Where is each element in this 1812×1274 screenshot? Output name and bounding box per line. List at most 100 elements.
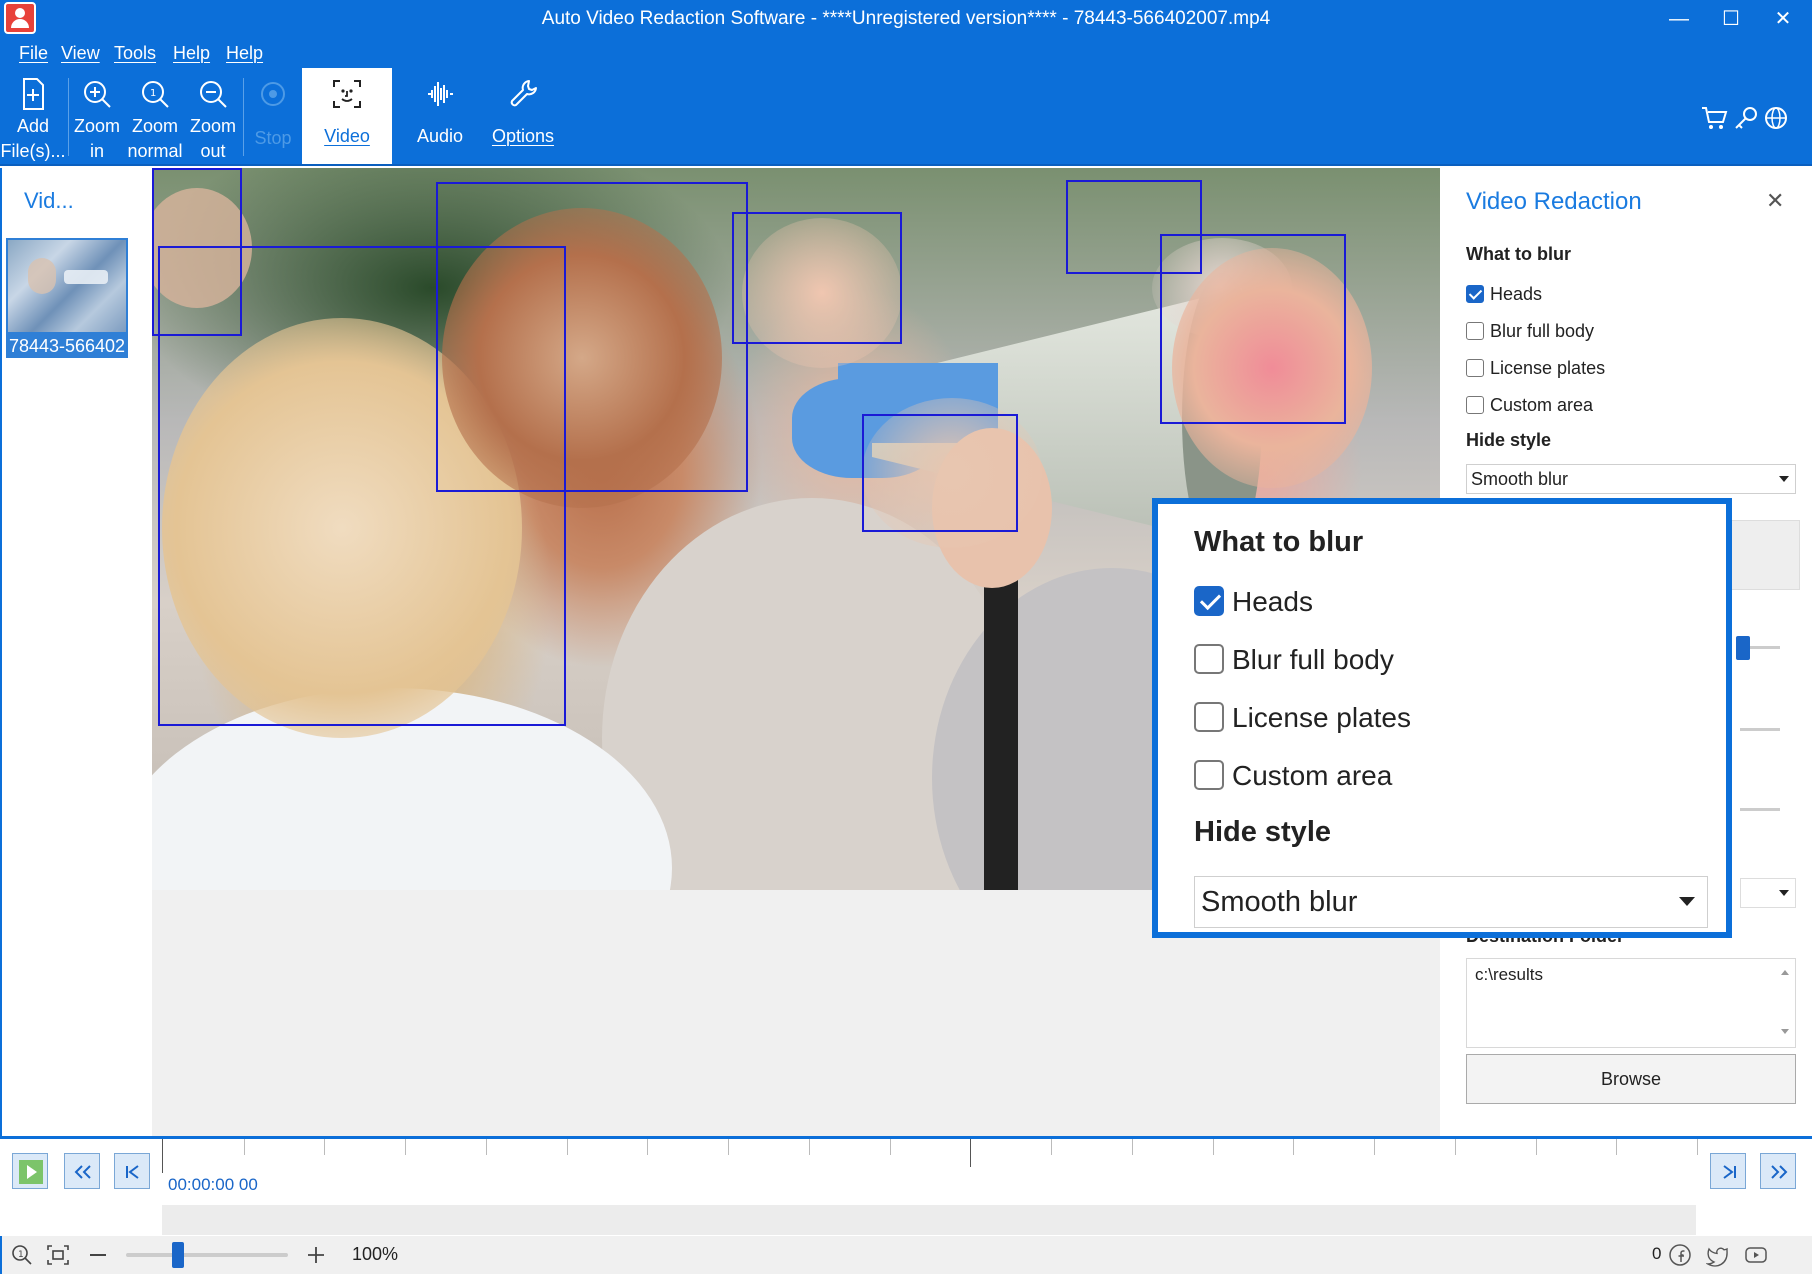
redaction-box[interactable] <box>1160 234 1346 424</box>
file-thumbnail[interactable]: 78443-566402 007.mp4 <box>6 238 128 381</box>
globe-icon[interactable] <box>1762 104 1790 132</box>
timeline-scrollbar[interactable] <box>162 1205 1696 1235</box>
maximize-button[interactable]: ☐ <box>1708 0 1754 40</box>
chevron-down-icon <box>1779 476 1789 482</box>
zoom-out-icon <box>200 81 227 108</box>
heads-checkbox[interactable]: Heads <box>1466 284 1542 305</box>
blur-full-body-label: Blur full body <box>1490 321 1595 341</box>
menu-help-2[interactable]: Help <box>226 43 263 64</box>
timecode: 00:00:00 00 <box>168 1175 258 1194</box>
youtube-icon[interactable] <box>1744 1243 1768 1267</box>
key-icon[interactable] <box>1732 104 1760 132</box>
zoom-normal-label-1: Zoom <box>131 116 178 136</box>
toolbar: Add File(s)... Zoom in 1 Zoom normal Zoom ou… <box>0 68 1812 166</box>
popup-hide-style-select[interactable]: Smooth blur <box>1194 876 1708 928</box>
fit-screen-icon[interactable] <box>46 1243 70 1267</box>
add-files-button[interactable]: Add File(s)... <box>0 68 66 164</box>
popup-heads-checkbox[interactable]: Heads <box>1194 586 1313 618</box>
scroll-arrows-icon <box>1781 970 1789 1034</box>
browse-button[interactable]: Browse <box>1466 1054 1796 1104</box>
options-tab-label: Options <box>491 126 555 146</box>
checkbox-checked-icon <box>1466 285 1484 303</box>
video-tab[interactable]: Video <box>302 68 392 164</box>
files-panel-header[interactable]: Vid... <box>24 188 74 214</box>
zoom-in-button[interactable]: Zoom in <box>70 68 124 164</box>
minimize-button[interactable]: — <box>1656 0 1702 40</box>
status-bar: 1 100% 0 <box>0 1236 1812 1274</box>
play-button[interactable] <box>12 1153 48 1189</box>
wrench-icon <box>510 80 537 107</box>
checkbox-icon <box>1194 702 1224 732</box>
popup-custom-area-label: Custom area <box>1232 760 1393 791</box>
rewind-icon <box>74 1165 91 1179</box>
hide-style-select[interactable]: Smooth blur <box>1466 464 1796 494</box>
close-panel-icon[interactable]: ✕ <box>1766 188 1784 214</box>
zoom-minus-icon[interactable] <box>90 1254 106 1256</box>
zoom-out-label-2: out <box>200 141 226 161</box>
dropdown[interactable] <box>1740 878 1796 908</box>
blur-full-body-checkbox[interactable]: Blur full body <box>1466 321 1594 342</box>
menu-help[interactable]: Help <box>173 43 210 64</box>
chevron-down-icon <box>1679 897 1695 906</box>
facebook-icon[interactable] <box>1668 1243 1692 1267</box>
ruler-tick <box>889 1139 891 1155</box>
license-plates-checkbox[interactable]: License plates <box>1466 358 1605 379</box>
popup-license-plates-label: License plates <box>1232 702 1412 733</box>
zoom-normal-button[interactable]: 1 Zoom normal <box>126 68 184 164</box>
ruler-tick <box>1374 1139 1376 1155</box>
slider-thumb[interactable] <box>1736 636 1750 660</box>
file-name: 78443-566402 007.mp4 <box>6 334 128 384</box>
next-frame-button[interactable] <box>1710 1153 1746 1189</box>
stop-icon <box>261 82 285 106</box>
close-window-button[interactable]: ✕ <box>1760 0 1806 40</box>
redaction-box[interactable] <box>862 414 1018 532</box>
scrollbar[interactable] <box>1775 959 1795 1047</box>
strap <box>984 558 1018 890</box>
zoom-level: 100% <box>352 1244 399 1264</box>
zoom-fit-icon[interactable]: 1 <box>10 1243 34 1267</box>
cart-icon[interactable] <box>1700 104 1728 132</box>
zoom-slider-track[interactable] <box>126 1253 288 1257</box>
popup-custom-area-checkbox[interactable]: Custom area <box>1194 760 1392 792</box>
hidden-button[interactable] <box>1730 520 1800 590</box>
menu-view[interactable]: View <box>61 43 100 64</box>
checkbox-icon <box>1194 760 1224 790</box>
ruler-tick <box>1697 1139 1698 1155</box>
previous-frame-button[interactable] <box>114 1153 150 1189</box>
zoom-out-button[interactable]: Zoom out <box>186 68 240 164</box>
slider-track[interactable] <box>1740 728 1780 731</box>
fast-forward-icon <box>1771 1165 1788 1179</box>
popup-blur-full-body-label: Blur full body <box>1232 644 1394 675</box>
ruler-tick <box>1212 1139 1214 1155</box>
stop-button[interactable]: Stop <box>248 68 298 164</box>
zoom-in-label-1: Zoom <box>73 116 120 136</box>
audio-tab[interactable]: Audio <box>402 68 478 164</box>
fast-forward-button[interactable] <box>1760 1153 1796 1189</box>
popup-heads-label: Heads <box>1232 586 1313 617</box>
custom-area-checkbox[interactable]: Custom area <box>1466 395 1593 416</box>
zoom-normal-icon: 1 <box>142 81 169 108</box>
timeline-ruler[interactable] <box>162 1139 1698 1173</box>
twitter-icon[interactable] <box>1706 1243 1730 1267</box>
ruler-tick <box>1051 1139 1053 1155</box>
menu-tools[interactable]: Tools <box>114 43 156 64</box>
audio-wave-icon <box>428 82 453 106</box>
audio-tab-label: Audio <box>416 126 464 146</box>
svg-text:1: 1 <box>18 1250 24 1260</box>
options-tab[interactable]: Options <box>484 68 562 164</box>
menu-file[interactable]: File <box>19 43 48 64</box>
popup-license-plates-checkbox[interactable]: License plates <box>1194 702 1411 734</box>
redaction-box[interactable] <box>732 212 902 344</box>
destination-folder-field[interactable]: c:\results <box>1466 958 1796 1048</box>
timeline: 00:00:00 00 <box>0 1136 1812 1236</box>
checkbox-icon <box>1466 322 1484 340</box>
zoom-plus-icon[interactable] <box>304 1243 328 1267</box>
ruler-tick <box>647 1139 649 1155</box>
video-tab-label: Video <box>324 126 370 146</box>
slider-track[interactable] <box>1740 808 1780 811</box>
toolbar-separator <box>243 78 244 156</box>
popup-blur-full-body-checkbox[interactable]: Blur full body <box>1194 644 1394 676</box>
rewind-button[interactable] <box>64 1153 100 1189</box>
zoom-slider-thumb[interactable] <box>172 1242 184 1268</box>
redaction-box[interactable] <box>436 182 748 492</box>
